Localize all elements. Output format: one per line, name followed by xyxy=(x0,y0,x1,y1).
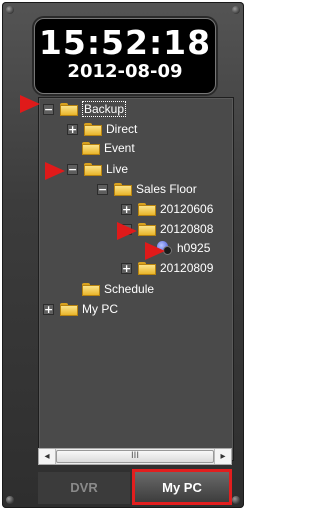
annotation-arrow-icon xyxy=(117,222,137,240)
collapse-icon[interactable]: − xyxy=(67,163,78,175)
tree-node-mypc[interactable]: + My PC xyxy=(43,300,118,318)
horizontal-scrollbar[interactable]: ◂ III ▸ xyxy=(38,448,232,465)
screw-icon xyxy=(232,6,240,14)
tree-node-direct[interactable]: + Direct xyxy=(67,120,137,138)
tree-node-h0925[interactable]: h0925 xyxy=(157,239,210,257)
clock-time: 15:52:18 xyxy=(38,23,212,62)
folder-icon xyxy=(84,162,102,176)
scroll-left-button[interactable]: ◂ xyxy=(39,449,56,464)
expand-icon[interactable]: + xyxy=(121,203,132,215)
folder-icon xyxy=(138,261,156,275)
folder-icon xyxy=(138,222,156,236)
tree-label-20120606[interactable]: 20120606 xyxy=(160,202,213,216)
collapse-icon[interactable]: − xyxy=(43,103,54,115)
clock-display: 15:52:18 2012-08-09 xyxy=(34,18,216,94)
tree-label-schedule[interactable]: Schedule xyxy=(104,282,154,296)
tree-label-event[interactable]: Event xyxy=(104,141,135,155)
tree-node-live[interactable]: − Live xyxy=(67,160,128,178)
folder-icon xyxy=(84,122,102,136)
tree-node-event[interactable]: Event xyxy=(82,139,135,157)
tree-label-backup[interactable]: Backup xyxy=(82,101,127,117)
screw-icon xyxy=(232,496,240,504)
scroll-right-button[interactable]: ▸ xyxy=(214,449,231,464)
folder-icon xyxy=(60,302,78,316)
tree-node-20120606[interactable]: + 20120606 xyxy=(121,200,213,218)
tree-label-20120809[interactable]: 20120809 xyxy=(160,261,213,275)
clock-date: 2012-08-09 xyxy=(67,61,183,82)
annotation-arrow-icon xyxy=(145,242,165,260)
tree-label-mypc[interactable]: My PC xyxy=(82,302,118,316)
folder-icon xyxy=(82,282,100,296)
expand-icon[interactable]: + xyxy=(67,123,78,135)
annotation-arrow-icon xyxy=(45,162,65,180)
tree-node-sales-floor[interactable]: − Sales Floor xyxy=(97,180,197,198)
tree-node-20120809[interactable]: + 20120809 xyxy=(121,259,213,277)
tree-label-live[interactable]: Live xyxy=(106,162,128,176)
scroll-thumb[interactable]: III xyxy=(56,450,214,463)
folder-icon xyxy=(114,182,132,196)
tree-label-direct[interactable]: Direct xyxy=(106,122,137,136)
screw-icon xyxy=(6,6,14,14)
tab-mypc[interactable]: My PC xyxy=(132,469,232,505)
expand-icon[interactable]: + xyxy=(43,303,54,315)
collapse-icon[interactable]: − xyxy=(97,183,108,195)
tree-label-h0925[interactable]: h0925 xyxy=(177,241,210,255)
tree-label-20120808[interactable]: 20120808 xyxy=(160,222,213,236)
annotation-arrow-icon xyxy=(20,95,40,113)
tree-node-schedule[interactable]: Schedule xyxy=(82,280,154,298)
folder-icon xyxy=(82,141,100,155)
folder-icon xyxy=(60,102,78,116)
folder-icon xyxy=(138,202,156,216)
tree-label-sales-floor[interactable]: Sales Floor xyxy=(136,182,197,196)
folder-tree[interactable]: − Backup + Direct Event − Live − Sales F… xyxy=(38,97,234,461)
screw-icon xyxy=(6,496,14,504)
tab-dvr[interactable]: DVR xyxy=(38,472,130,504)
expand-icon[interactable]: + xyxy=(121,262,132,274)
tree-node-backup[interactable]: − Backup xyxy=(43,100,127,118)
